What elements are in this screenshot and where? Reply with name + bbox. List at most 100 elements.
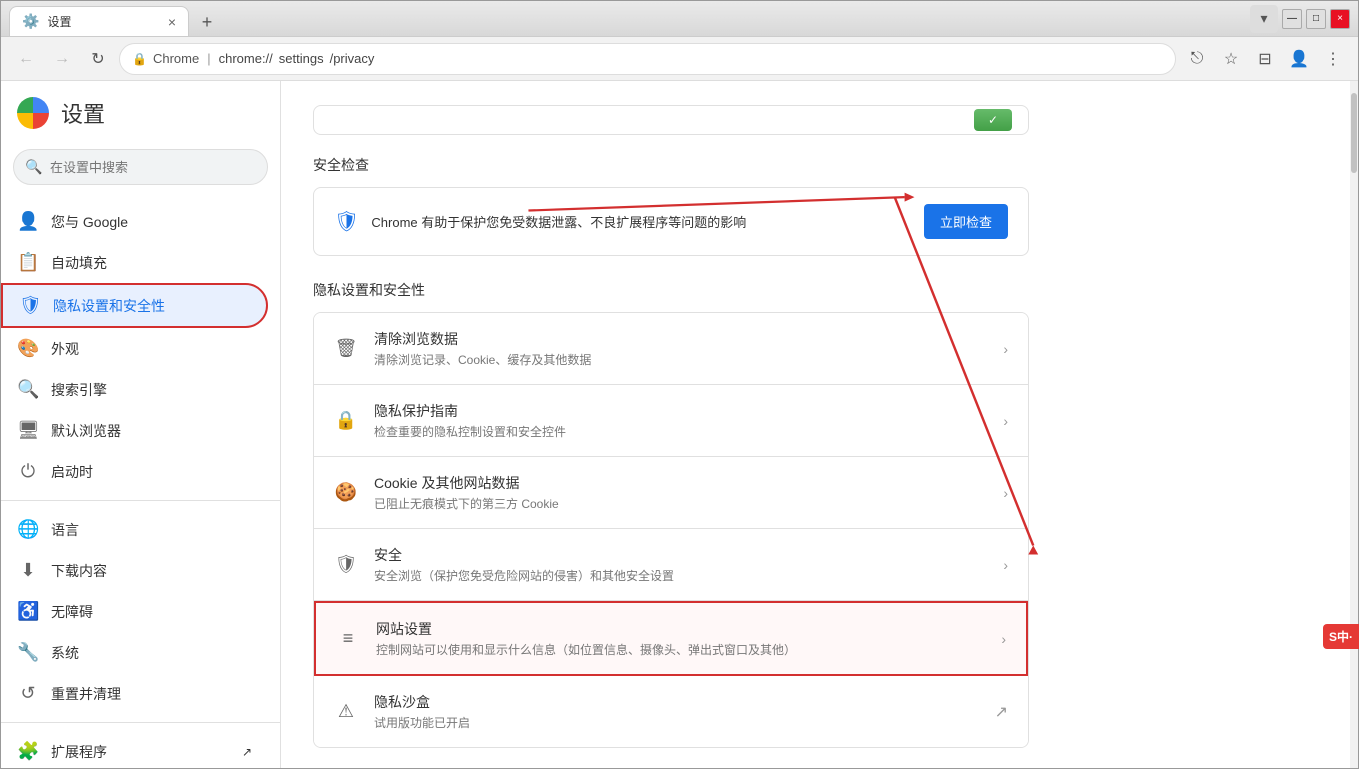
forward-button[interactable]: → bbox=[47, 44, 77, 74]
sidebar-item-label: 下载内容 bbox=[51, 561, 107, 581]
cookie-icon: 🍪 bbox=[334, 482, 358, 503]
sidebar-item-label: 系统 bbox=[51, 643, 79, 663]
main-content: 设置 🔍 👤 您与 Google 📋 自动填充 🛡 隐私设置和安全性 bbox=[1, 81, 1358, 768]
item-content: Cookie 及其他网站数据 已阻止无痕模式下的第三方 Cookie bbox=[374, 473, 987, 512]
external-link-icon: ↗ bbox=[242, 745, 252, 759]
chevron-right-icon: › bbox=[1003, 485, 1008, 501]
sidebar-item-label: 自动填充 bbox=[51, 253, 107, 273]
partial-green-button[interactable]: ✓ bbox=[974, 109, 1012, 131]
address-chrome-label: Chrome bbox=[153, 51, 199, 66]
startup-icon: ⏻ bbox=[17, 461, 39, 482]
sidebar-header: 设置 bbox=[1, 97, 280, 149]
sidebar-item-autofill[interactable]: 📋 自动填充 bbox=[1, 242, 268, 283]
refresh-button[interactable]: ↻ bbox=[83, 44, 113, 74]
bookmark-button[interactable]: ☆ bbox=[1216, 44, 1246, 74]
privacy-item-site-settings[interactable]: ≡ 网站设置 控制网站可以使用和显示什么信息（如位置信息、摄像头、弹出式窗口及其… bbox=[314, 601, 1028, 676]
autofill-icon: 📋 bbox=[17, 252, 39, 273]
item-title: Cookie 及其他网站数据 bbox=[374, 473, 987, 493]
sidebar-item-google-account[interactable]: 👤 您与 Google bbox=[1, 201, 268, 242]
sandbox-icon: ⚠ bbox=[334, 701, 358, 722]
item-desc: 控制网站可以使用和显示什么信息（如位置信息、摄像头、弹出式窗口及其他） bbox=[376, 641, 985, 658]
safety-check-section-title: 安全检查 bbox=[313, 155, 1029, 175]
safety-check-icon: 🛡 bbox=[334, 209, 359, 234]
address-bar[interactable]: 🔒 Chrome | chrome://settings/privacy bbox=[119, 43, 1176, 75]
safety-check-button[interactable]: 立即检查 bbox=[924, 204, 1008, 239]
tab-strip-dropdown[interactable]: ▾ bbox=[1250, 5, 1278, 33]
tab-area: ⚙️ 设置 × + bbox=[9, 1, 1246, 36]
tab-favicon: ⚙️ bbox=[22, 13, 39, 30]
partial-top-card: ✓ bbox=[313, 105, 1029, 135]
sidebar-item-label: 无障碍 bbox=[51, 602, 93, 622]
shield-icon: 🛡 bbox=[19, 295, 41, 316]
privacy-item-privacy-guide[interactable]: 🔒 隐私保护指南 检查重要的隐私控制设置和安全控件 › bbox=[314, 385, 1028, 457]
sidebar-search-input[interactable] bbox=[13, 149, 268, 185]
sidebar-item-startup[interactable]: ⏻ 启动时 bbox=[1, 451, 268, 492]
split-screen-button[interactable]: ⊟ bbox=[1250, 44, 1280, 74]
item-desc: 试用版功能已开启 bbox=[374, 714, 979, 731]
item-desc: 检查重要的隐私控制设置和安全控件 bbox=[374, 423, 987, 440]
item-title: 清除浏览数据 bbox=[374, 329, 987, 349]
search-icon: 🔍 bbox=[17, 379, 39, 400]
sidebar-item-label: 语言 bbox=[51, 520, 79, 540]
tab-close-button[interactable]: × bbox=[168, 14, 176, 30]
address-settings: settings bbox=[279, 51, 324, 66]
privacy-item-privacy-sandbox[interactable]: ⚠ 隐私沙盒 试用版功能已开启 ↗ bbox=[314, 676, 1028, 747]
scrollbar-thumb[interactable] bbox=[1351, 93, 1357, 173]
sidebar-divider bbox=[1, 500, 280, 501]
share-button[interactable]: ⎋ bbox=[1182, 44, 1212, 74]
sidebar-search-container: 🔍 bbox=[13, 149, 268, 185]
privacy-item-clear-browsing[interactable]: 🗑 清除浏览数据 清除浏览记录、Cookie、缓存及其他数据 › bbox=[314, 313, 1028, 385]
appearance-icon: 🎨 bbox=[17, 338, 39, 359]
account-button[interactable]: 👤 bbox=[1284, 44, 1314, 74]
sidebar-item-default-browser[interactable]: 🖥 默认浏览器 bbox=[1, 410, 268, 451]
person-icon: 👤 bbox=[17, 211, 39, 232]
ime-badge: S中· bbox=[1323, 624, 1359, 649]
scrollbar[interactable] bbox=[1350, 81, 1358, 768]
system-icon: 🔧 bbox=[17, 642, 39, 663]
window-close-button[interactable]: × bbox=[1330, 9, 1350, 29]
item-content: 清除浏览数据 清除浏览记录、Cookie、缓存及其他数据 bbox=[374, 329, 987, 368]
sidebar-item-search[interactable]: 🔍 搜索引擎 bbox=[1, 369, 268, 410]
sidebar-search-icon: 🔍 bbox=[25, 159, 42, 176]
item-desc: 已阻止无痕模式下的第三方 Cookie bbox=[374, 495, 987, 512]
maximize-button[interactable]: □ bbox=[1306, 9, 1326, 29]
new-tab-button[interactable]: + bbox=[193, 8, 221, 36]
chevron-right-icon: › bbox=[1003, 413, 1008, 429]
item-content: 隐私保护指南 检查重要的隐私控制设置和安全控件 bbox=[374, 401, 987, 440]
sidebar-item-accessibility[interactable]: ♿ 无障碍 bbox=[1, 591, 268, 632]
sidebar-item-downloads[interactable]: ⬇ 下载内容 bbox=[1, 550, 268, 591]
nav-actions: ⎋ ☆ ⊟ 👤 ⋮ bbox=[1182, 44, 1348, 74]
sidebar: 设置 🔍 👤 您与 Google 📋 自动填充 🛡 隐私设置和安全性 bbox=[1, 81, 281, 768]
active-tab[interactable]: ⚙️ 设置 × bbox=[9, 6, 189, 36]
sidebar-item-extensions[interactable]: 🧩 扩展程序 ↗ bbox=[1, 731, 268, 768]
language-icon: 🌐 bbox=[17, 519, 39, 540]
privacy-list: 🗑 清除浏览数据 清除浏览记录、Cookie、缓存及其他数据 › 🔒 隐私保护指… bbox=[313, 312, 1029, 748]
site-settings-icon: ≡ bbox=[336, 628, 360, 649]
security-shield-icon: 🛡 bbox=[334, 554, 358, 575]
menu-button[interactable]: ⋮ bbox=[1318, 44, 1348, 74]
sidebar-item-reset[interactable]: ↺ 重置并清理 bbox=[1, 673, 268, 714]
sidebar-item-system[interactable]: 🔧 系统 bbox=[1, 632, 268, 673]
item-title: 网站设置 bbox=[376, 619, 985, 639]
sidebar-divider-2 bbox=[1, 722, 280, 723]
google-logo bbox=[17, 97, 49, 129]
sidebar-item-label: 重置并清理 bbox=[51, 684, 121, 704]
privacy-item-cookies[interactable]: 🍪 Cookie 及其他网站数据 已阻止无痕模式下的第三方 Cookie › bbox=[314, 457, 1028, 529]
chevron-right-icon: › bbox=[1001, 631, 1006, 647]
settings-page-title: 设置 bbox=[61, 97, 105, 129]
item-content: 安全 安全浏览（保护您免受危险网站的侵害）和其他安全设置 bbox=[374, 545, 987, 584]
sidebar-item-privacy[interactable]: 🛡 隐私设置和安全性 bbox=[1, 283, 268, 328]
lock-icon: 🔒 bbox=[132, 52, 147, 66]
back-button[interactable]: ← bbox=[11, 44, 41, 74]
sidebar-item-label: 搜索引擎 bbox=[51, 380, 107, 400]
sidebar-item-appearance[interactable]: 🎨 外观 bbox=[1, 328, 268, 369]
item-desc: 安全浏览（保护您免受危险网站的侵害）和其他安全设置 bbox=[374, 567, 987, 584]
privacy-guide-icon: 🔒 bbox=[334, 410, 358, 431]
sidebar-item-language[interactable]: 🌐 语言 bbox=[1, 509, 268, 550]
minimize-button[interactable]: — bbox=[1282, 9, 1302, 29]
address-url: chrome:// bbox=[219, 51, 273, 66]
privacy-item-security[interactable]: 🛡 安全 安全浏览（保护您免受危险网站的侵害）和其他安全设置 › bbox=[314, 529, 1028, 601]
sidebar-item-label: 扩展程序 bbox=[51, 742, 107, 762]
sidebar-item-label: 隐私设置和安全性 bbox=[53, 296, 165, 316]
trash-icon: 🗑 bbox=[334, 338, 358, 359]
